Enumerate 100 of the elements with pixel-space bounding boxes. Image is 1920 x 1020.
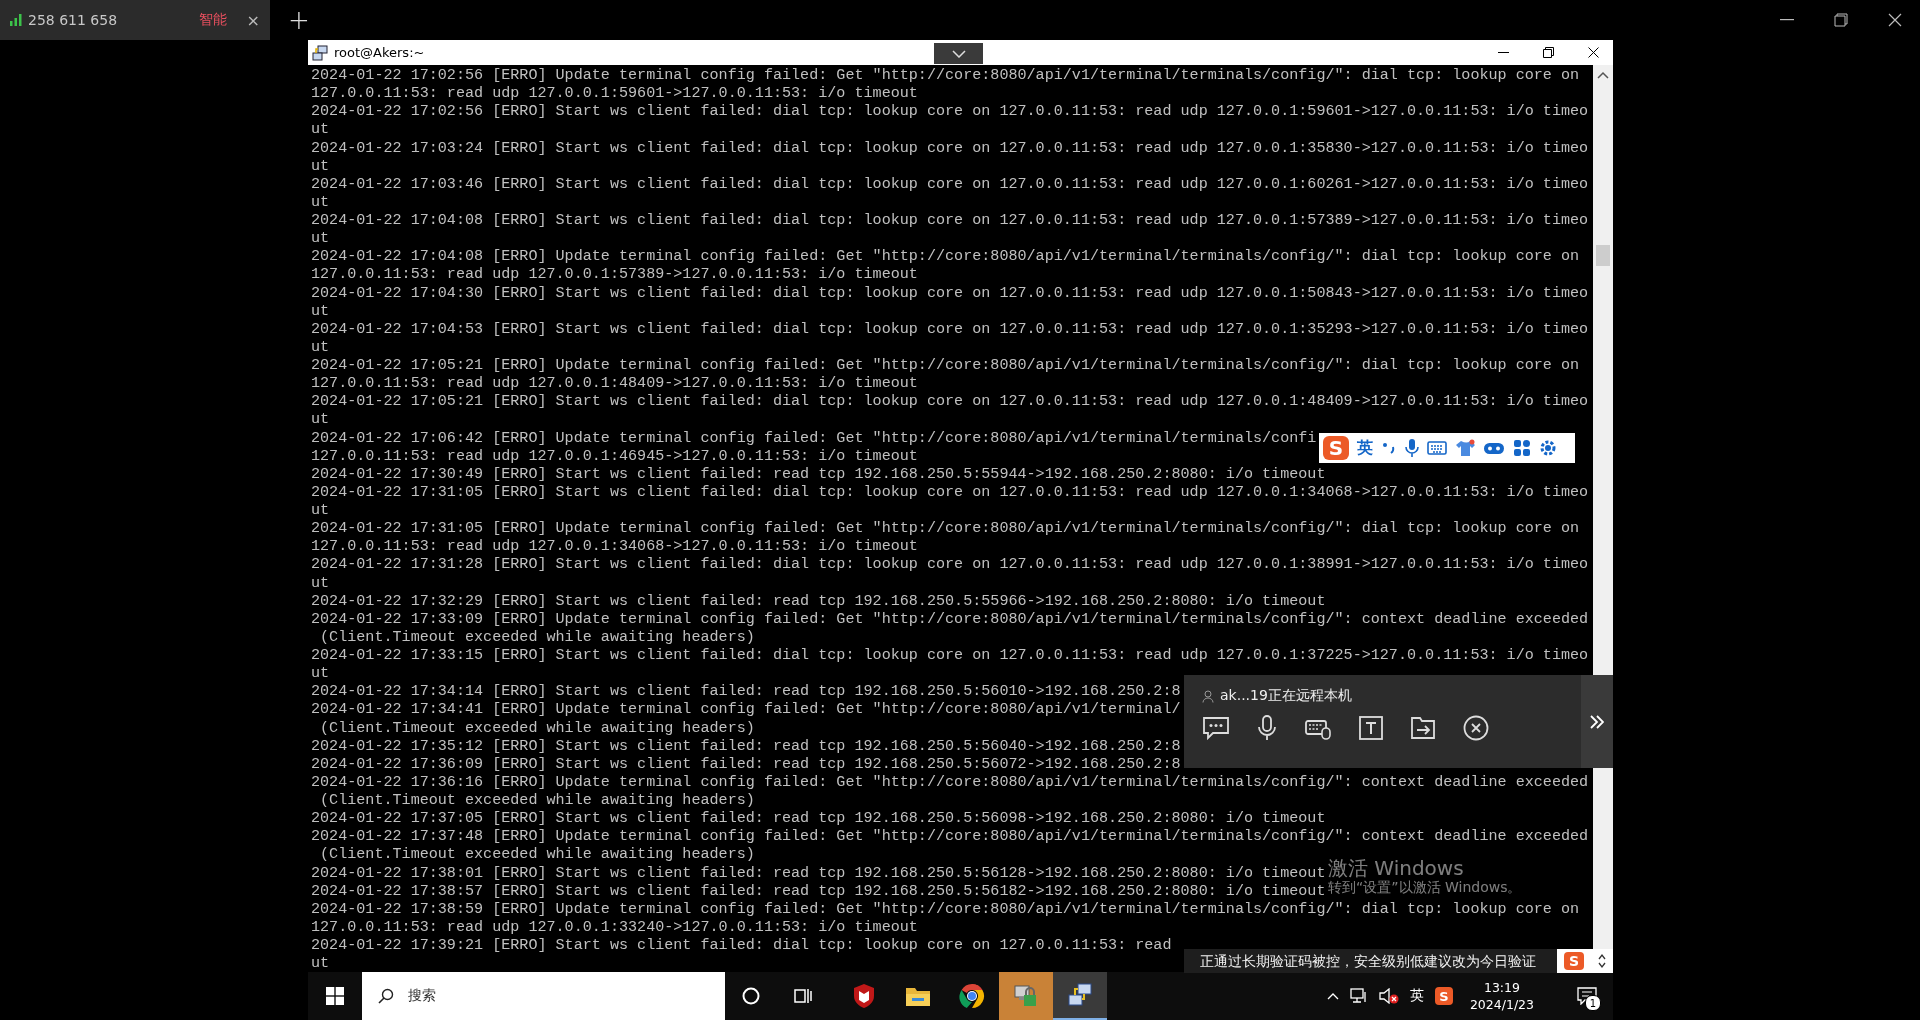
- terminal-line: ut: [311, 120, 330, 139]
- folder-arrow-icon[interactable]: [1410, 716, 1436, 740]
- terminal-line: 2024-01-22 17:39:21 [ERRO] Start ws client failed: dial tcp: lookup core on 127.0.0.11:53: read: [311, 936, 1172, 955]
- notification-text: 正通过长期验证码被控，安全级别低建议改为今日验证: [1199, 951, 1536, 971]
- expand-button[interactable]: [1581, 675, 1613, 768]
- apps-grid-icon[interactable]: [1513, 439, 1531, 457]
- chat-icon[interactable]: [1202, 716, 1230, 740]
- double-chevron-icon: [1590, 714, 1604, 729]
- clock[interactable]: 13:19 2024/1/23: [1463, 979, 1540, 1013]
- terminal-line: 2024-01-22 17:37:48 [ERRO] Update terminal config failed: Get "http://core:8080/api/v1/terminal/terminals/config/": context deadline exceeded: [311, 827, 1589, 846]
- input-mode[interactable]: 英: [1357, 437, 1373, 459]
- terminal-line: 127.0.0.11:53: read udp 127.0.0.1:48409->127.0.0.11:53: i/o timeout: [311, 374, 918, 393]
- text-box-icon[interactable]: [1359, 716, 1383, 740]
- terminal-line: 2024-01-22 17:04:08 [ERRO] Update terminal config failed: Get "http://core:8080/api/v1/terminal/terminals/config/": dial tcp: lookup core on: [311, 247, 1580, 266]
- terminal-line: 2024-01-22 17:38:01 [ERRO] Start ws client failed: read tcp 192.168.250.5:56128->192.168.250.2:8080: i/o timeout: [311, 863, 1326, 882]
- microphone-icon[interactable]: [1405, 438, 1419, 458]
- minimize-icon[interactable]: [1780, 19, 1794, 21]
- caret-up-icon[interactable]: [1326, 992, 1339, 1000]
- terminal-line: 2024-01-22 17:34:14 [ERRO] Start ws client failed: read tcp 192.168.250.5:56010->192.168.250.2:8: [311, 682, 1181, 701]
- terminal-line: ut: [311, 156, 330, 175]
- minimize-icon[interactable]: [1498, 51, 1509, 54]
- keyboard-icon[interactable]: [1427, 441, 1447, 455]
- terminal-line: ut: [311, 301, 330, 320]
- terminal-line: 2024-01-22 17:31:05 [ERRO] Start ws client failed: dial tcp: lookup core on 127.0.0.11:53: read udp 127.0.0.1:34068->127.0.0.11:53: i/o timeo: [311, 482, 1589, 501]
- terminal-line: 2024-01-22 17:32:29 [ERRO] Start ws client failed: read tcp 192.168.250.5:55966->192.168.250.2:8080: i/o timeout: [311, 591, 1326, 610]
- terminal-line: ut: [311, 410, 330, 429]
- activation-hint: 转到“设置”以激活 Windows。: [1328, 879, 1522, 895]
- terminal-line: 2024-01-22 17:05:21 [ERRO] Start ws client failed: dial tcp: lookup core on 127.0.0.11:53: read udp 127.0.0.1:48409->127.0.0.11:53: i/o timeo: [311, 392, 1589, 411]
- user-icon: [1202, 689, 1214, 703]
- terminal-line: (Client.Timeout exceeded while awaiting headers): [319, 718, 755, 737]
- session-id: 258 611 658: [28, 12, 118, 28]
- volume-icon[interactable]: [1378, 988, 1399, 1004]
- terminal-line: ut: [311, 337, 330, 356]
- window-title: root@Akers:~: [334, 45, 425, 60]
- terminal-line: 2024-01-22 17:06:42 [ERRO] Update terminal config failed: Get "http://core:8080/api/v1/terminal/terminals/confi: [311, 428, 1317, 447]
- folder-icon[interactable]: [905, 985, 931, 1007]
- terminal-line: ut: [311, 573, 330, 592]
- terminal-line: 2024-01-22 17:03:24 [ERRO] Start ws client failed: dial tcp: lookup core on 127.0.0.11:53: read udp 127.0.0.1:35830->127.0.0.11:53: i/o timeo: [311, 138, 1589, 157]
- browser-icon[interactable]: [959, 983, 985, 1009]
- scrollbar-thumb[interactable]: [1596, 245, 1610, 266]
- close-icon[interactable]: [1588, 47, 1599, 58]
- chevron-down-icon: [951, 49, 966, 58]
- scroll-up-icon[interactable]: [1597, 71, 1609, 79]
- terminal-line: 127.0.0.11:53: read udp 127.0.0.1:34068->127.0.0.11:53: i/o timeout: [311, 537, 918, 556]
- terminal-line: 2024-01-22 17:37:05 [ERRO] Start ws client failed: read tcp 192.168.250.5:56098->192.168.250.2:8080: i/o timeout: [311, 809, 1326, 828]
- terminal-line: 2024-01-22 17:34:41 [ERRO] Update terminal config failed: Get "http://core:8080/api/v1/terminal/: [311, 700, 1181, 719]
- terminal-line: 2024-01-22 17:05:21 [ERRO] Update terminal config failed: Get "http://core:8080/api/v1/terminal/terminals/config/": dial tcp: lookup core on: [311, 356, 1580, 375]
- toolbar-pulldown[interactable]: [934, 43, 983, 64]
- terminal-line: ut: [311, 192, 330, 211]
- terminal-line: 2024-01-22 17:36:16 [ERRO] Update terminal config failed: Get "http://core:8080/api/v1/terminal/terminals/config/": context deadline exceeded: [311, 772, 1589, 791]
- input-language[interactable]: 英: [1409, 987, 1424, 1005]
- terminal-line: ut: [311, 954, 330, 972]
- terminal-line: 2024-01-22 17:33:15 [ERRO] Start ws client failed: dial tcp: lookup core on 127.0.0.11:53: read udp 127.0.0.1:37225->127.0.0.11:53: i/o timeo: [311, 646, 1589, 665]
- terminal-line: 2024-01-22 17:02:56 [ERRO] Start ws client failed: dial tcp: lookup core on 127.0.0.11:53: read udp 127.0.0.1:59601->127.0.0.11:53: i/o timeo: [311, 102, 1589, 121]
- restore-icon[interactable]: [1834, 13, 1848, 27]
- terminal-line: 2024-01-22 17:04:08 [ERRO] Start ws client failed: dial tcp: lookup core on 127.0.0.11:53: read udp 127.0.0.1:57389->127.0.0.11:53: i/o timeo: [311, 211, 1589, 230]
- windows-start-icon[interactable]: [326, 987, 344, 1005]
- terminal-line: 2024-01-22 17:03:46 [ERRO] Start ws client failed: dial tcp: lookup core on 127.0.0.11:53: read udp 127.0.0.1:60261->127.0.0.11:53: i/o timeo: [311, 174, 1589, 193]
- terminal-line: 2024-01-22 17:38:59 [ERRO] Update terminal config failed: Get "http://core:8080/api/v1/terminal/terminals/config/": dial tcp: lookup core on: [311, 899, 1580, 918]
- terminal-line: 2024-01-22 17:38:57 [ERRO] Start ws client failed: read tcp 192.168.250.5:56182->192.168.250.2:8080: i/o timeout: [311, 881, 1326, 900]
- terminal-line: (Client.Timeout exceeded while awaiting headers): [319, 627, 755, 646]
- computers-icon: [312, 44, 328, 61]
- computers-icon[interactable]: [1067, 982, 1093, 1008]
- terminal-line: 2024-01-22 17:31:28 [ERRO] Start ws client failed: dial tcp: lookup core on 127.0.0.11:53: read udp 127.0.0.1:38991->127.0.0.11:53: i/o timeo: [311, 555, 1589, 574]
- terminal-line: 2024-01-22 17:04:53 [ERRO] Start ws client failed: dial tcp: lookup core on 127.0.0.11:53: read udp 127.0.0.1:35293->127.0.0.11:53: i/o timeo: [311, 319, 1589, 338]
- shirt-icon[interactable]: [1455, 439, 1475, 457]
- search-field[interactable]: 搜索: [362, 972, 725, 1020]
- activation-title: 激活 Windows: [1328, 858, 1464, 879]
- terminal-line: 127.0.0.11:53: read udp 127.0.0.1:59601->127.0.0.11:53: i/o timeout: [311, 84, 918, 103]
- terminal-line: (Client.Timeout exceeded while awaiting headers): [319, 845, 755, 864]
- search-icon: [378, 988, 394, 1004]
- padlock-icon[interactable]: [1013, 983, 1039, 1009]
- terminal-line: 127.0.0.11:53: read udp 127.0.0.1:33240->127.0.0.11:53: i/o timeout: [311, 917, 918, 936]
- terminal-line: 127.0.0.11:53: read udp 127.0.0.1:57389->127.0.0.11:53: i/o timeout: [311, 265, 918, 284]
- settings-icon[interactable]: [1539, 439, 1557, 457]
- shield-icon[interactable]: [852, 983, 876, 1009]
- terminal-line: 2024-01-22 17:30:49 [ERRO] Start ws client failed: read tcp 192.168.250.5:55944->192.168.250.2:8080: i/o timeout: [311, 464, 1326, 483]
- terminal-line: 2024-01-22 17:04:30 [ERRO] Start ws client failed: dial tcp: lookup core on 127.0.0.11:53: read udp 127.0.0.1:50843->127.0.0.11:53: i/o timeo: [311, 283, 1589, 302]
- session-tab[interactable]: 258 611 658 智能 ×: [0, 0, 270, 40]
- spinner-arrows-icon[interactable]: [1598, 953, 1606, 969]
- terminal-line: ut: [311, 229, 330, 248]
- close-tab-button[interactable]: ×: [246, 10, 260, 30]
- new-tab-button[interactable]: +: [278, 0, 320, 40]
- terminal-line: 2024-01-22 17:31:05 [ERRO] Update terminal config failed: Get "http://core:8080/api/v1/terminal/terminals/config/": dial tcp: lookup core on: [311, 519, 1580, 538]
- terminal-line: 2024-01-22 17:02:56 [ERRO] Update terminal config failed: Get "http://core:8080/api/v1/terminal/terminals/config/": dial tcp: lookup core on: [311, 66, 1580, 85]
- punctuation-icon[interactable]: [1381, 441, 1397, 455]
- mode-label: 智能: [198, 11, 227, 29]
- terminal-line: 2024-01-22 17:36:09 [ERRO] Start ws client failed: read tcp 192.168.250.5:56072->192.168.250.2:8: [311, 754, 1181, 773]
- microphone-icon[interactable]: [1257, 715, 1277, 741]
- notification-count: 1: [1585, 995, 1601, 1011]
- terminal-line: ut: [311, 664, 330, 683]
- remote-status: ak...19正在远程本机: [1220, 687, 1352, 705]
- terminal-line: (Client.Timeout exceeded while awaiting headers): [319, 791, 755, 810]
- close-icon[interactable]: [1888, 13, 1902, 27]
- task-view-icon[interactable]: [793, 986, 813, 1006]
- network-icon[interactable]: [1349, 988, 1368, 1004]
- gamepad-icon[interactable]: [1483, 441, 1505, 455]
- cortana-icon[interactable]: [741, 986, 761, 1006]
- notification-icon[interactable]: [1577, 987, 1597, 1005]
- restore-icon[interactable]: [1543, 47, 1554, 58]
